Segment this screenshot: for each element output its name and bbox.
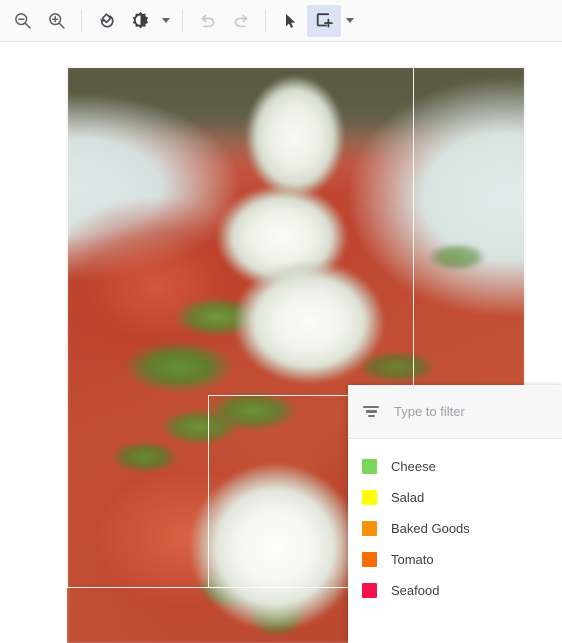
rotate-button[interactable] [89, 5, 123, 37]
image-annotation-app: Cheese Salad Baked Goods Tomato Seafood [0, 0, 562, 643]
redo-button[interactable] [224, 5, 258, 37]
redo-icon [234, 14, 248, 28]
add-box-tool-button[interactable] [307, 4, 341, 37]
brightness-icon [132, 11, 148, 29]
brightness-button[interactable] [123, 5, 157, 37]
color-swatch [362, 521, 377, 536]
label-item-salad[interactable]: Salad [348, 482, 562, 513]
label-name: Cheese [391, 459, 436, 474]
label-item-baked-goods[interactable]: Baked Goods [348, 513, 562, 544]
label-item-cheese[interactable]: Cheese [348, 451, 562, 482]
zoom-in-icon [49, 12, 65, 29]
toolbar-divider-2 [182, 9, 183, 32]
pointer-icon [286, 13, 296, 28]
label-list: Cheese Salad Baked Goods Tomato Seafood [348, 439, 562, 606]
label-item-tomato[interactable]: Tomato [348, 544, 562, 575]
label-name: Seafood [391, 583, 440, 598]
undo-button[interactable] [190, 5, 224, 37]
label-name: Tomato [391, 552, 434, 567]
chevron-down-icon [346, 18, 354, 23]
toolbar-divider-1 [81, 9, 82, 32]
color-swatch [362, 459, 377, 474]
toolbar [0, 0, 562, 42]
label-item-seafood[interactable]: Seafood [348, 575, 562, 606]
label-name: Salad [391, 490, 425, 505]
brightness-dropdown-button[interactable] [157, 5, 175, 37]
undo-icon [200, 14, 214, 28]
chevron-down-icon [162, 18, 170, 23]
filter-input[interactable] [394, 404, 562, 419]
box-tool-dropdown-button[interactable] [341, 5, 359, 37]
label-filter-panel: Cheese Salad Baked Goods Tomato Seafood [348, 385, 562, 643]
pointer-tool-button[interactable] [273, 5, 307, 37]
image-canvas[interactable]: Cheese Salad Baked Goods Tomato Seafood [0, 42, 562, 643]
zoom-out-icon [15, 12, 31, 29]
funnel-icon [362, 403, 380, 421]
zoom-out-button[interactable] [6, 5, 40, 37]
color-swatch [362, 552, 377, 567]
add-box-icon [316, 13, 333, 28]
rotate-icon [99, 13, 114, 28]
zoom-in-button[interactable] [40, 5, 74, 37]
color-swatch [362, 490, 377, 505]
color-swatch [362, 583, 377, 598]
filter-header [348, 385, 562, 439]
toolbar-divider-3 [265, 9, 266, 32]
label-name: Baked Goods [391, 521, 470, 536]
